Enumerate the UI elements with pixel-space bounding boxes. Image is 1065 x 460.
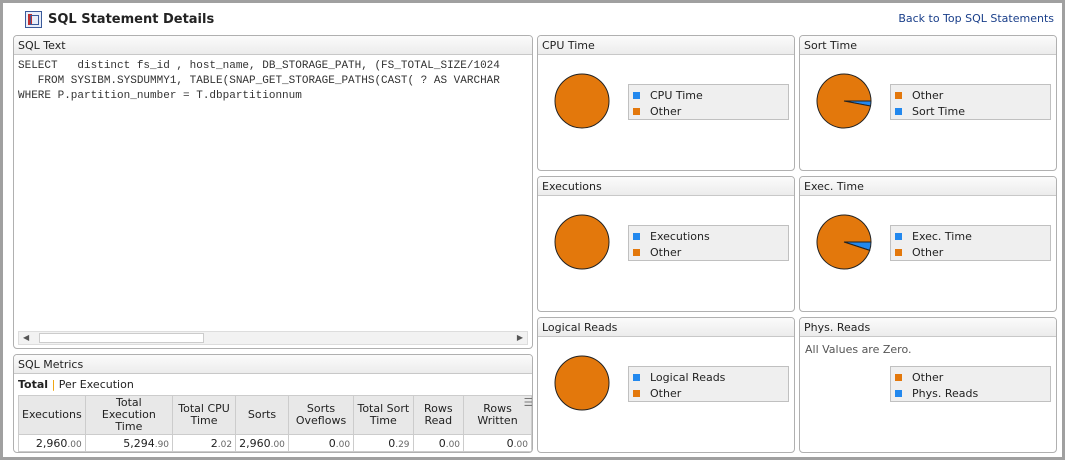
legend-swatch [633, 232, 640, 240]
panel-title: Logical Reads [538, 318, 794, 337]
tab-separator: | [51, 378, 56, 391]
legend-item[interactable]: Executions [629, 228, 788, 244]
legend-item[interactable]: Other [629, 385, 788, 401]
column-header[interactable]: Rows Written ☰ [463, 395, 532, 435]
sql-statement-details-page: SQL Statement Details Back to Top SQL St… [3, 3, 1062, 457]
page-title: SQL Statement Details [25, 11, 214, 28]
table-row: 2,960.00 5,294.90 2.02 2,960.00 0.00 0.29 0.00… [18, 434, 532, 452]
metric-cell: 0.29 [353, 434, 414, 452]
legend-item[interactable]: Other [891, 369, 1050, 385]
pie-chart [816, 214, 872, 270]
metric-cell: 5,294.90 [84, 434, 174, 452]
legend-swatch [633, 389, 640, 397]
pie-chart [816, 73, 872, 129]
legend-item[interactable]: Other [629, 103, 788, 119]
chart-legend: Logical Reads Other [628, 366, 789, 402]
scroll-left-icon[interactable]: ◀ [23, 333, 29, 342]
chart-panel-executions: Executions Executions Other [537, 176, 795, 312]
chart-panel-phys-reads: Phys. Reads All Values are Zero. Other Phys… [799, 317, 1057, 453]
chart-legend: CPU Time Other [628, 84, 789, 120]
legend-item[interactable]: Phys. Reads [891, 385, 1050, 401]
chart-panel-sort-time: Sort Time Other Sort Time [799, 35, 1057, 171]
chart-panel-exec-time: Exec. Time Exec. Time Other [799, 176, 1057, 312]
column-menu-icon[interactable]: ☰ [524, 397, 532, 409]
legend-swatch [895, 232, 902, 240]
pie-slice[interactable] [816, 214, 872, 270]
legend-swatch [633, 91, 640, 99]
column-header[interactable]: Sorts [235, 395, 289, 435]
metric-cell: 2.02 [172, 434, 237, 452]
panel-title: SQL Metrics [14, 355, 532, 374]
column-header[interactable]: Sorts Oveflows [287, 395, 355, 435]
legend-item[interactable]: Sort Time [891, 103, 1050, 119]
legend-swatch [895, 389, 902, 397]
legend-swatch [633, 373, 640, 381]
panel-title: Sort Time [800, 36, 1056, 55]
scrollbar-thumb[interactable] [39, 333, 204, 343]
chart-legend: Other Phys. Reads [890, 366, 1051, 402]
pie-slice[interactable] [554, 214, 610, 270]
pie-chart [554, 355, 610, 411]
legend-swatch [895, 248, 902, 256]
panel-title: SQL Text [14, 36, 532, 55]
legend-item[interactable]: Other [891, 244, 1050, 260]
legend-item[interactable]: Other [891, 87, 1050, 103]
legend-swatch [633, 107, 640, 115]
chart-legend: Other Sort Time [890, 84, 1051, 120]
legend-item[interactable]: Logical Reads [629, 369, 788, 385]
sql-metrics-panel: SQL Metrics Total | Per Execution Execut… [13, 354, 533, 453]
horizontal-scrollbar[interactable]: ◀ ▶ [18, 331, 528, 345]
pie-chart [554, 73, 610, 129]
legend-item[interactable]: CPU Time [629, 87, 788, 103]
pie-slice[interactable] [816, 73, 872, 129]
sql-text-panel: SQL Text SELECT distinct fs_id , host_na… [13, 35, 533, 349]
column-header[interactable]: Rows Read [412, 395, 465, 435]
panel-title: Exec. Time [800, 177, 1056, 196]
sql-text-content[interactable]: SELECT distinct fs_id , host_name, DB_ST… [14, 55, 532, 108]
column-header[interactable]: Executions [18, 395, 86, 435]
metric-cell: 2,960.00 [18, 434, 86, 452]
panel-title: CPU Time [538, 36, 794, 55]
legend-swatch [633, 248, 640, 256]
legend-swatch [895, 107, 902, 115]
column-header[interactable]: Total Sort Time [353, 395, 414, 435]
chart-legend: Executions Other [628, 225, 789, 261]
metric-cell: 0.00 [287, 434, 355, 452]
panel-title: Executions [538, 177, 794, 196]
column-header[interactable]: Total CPU Time [172, 395, 237, 435]
column-header[interactable]: Total Execution Time [84, 395, 174, 435]
tab-per-execution[interactable]: Per Execution [59, 378, 134, 391]
pie-slice[interactable] [554, 355, 610, 411]
metric-cell: 2,960.00 [235, 434, 289, 452]
legend-item[interactable]: Other [629, 244, 788, 260]
report-icon [25, 11, 42, 28]
chart-panel-cpu-time: CPU Time CPU Time Other [537, 35, 795, 171]
tab-total[interactable]: Total [18, 378, 48, 391]
metric-cell: 0.00 [412, 434, 465, 452]
legend-item[interactable]: Exec. Time [891, 228, 1050, 244]
metrics-table: Executions Total Execution Time Total CPU Ti… [18, 395, 532, 452]
chart-panel-logical-reads: Logical Reads Logical Reads Other [537, 317, 795, 453]
metric-cell: 0.00 [463, 434, 532, 452]
panel-title: Phys. Reads [800, 318, 1056, 337]
pie-slice[interactable] [554, 73, 610, 129]
legend-swatch [895, 373, 902, 381]
no-data-message: All Values are Zero. [805, 343, 912, 356]
scroll-right-icon[interactable]: ▶ [517, 333, 523, 342]
pie-chart [554, 214, 610, 270]
chart-legend: Exec. Time Other [890, 225, 1051, 261]
back-to-top-sql-link[interactable]: Back to Top SQL Statements [898, 12, 1054, 25]
legend-swatch [895, 91, 902, 99]
